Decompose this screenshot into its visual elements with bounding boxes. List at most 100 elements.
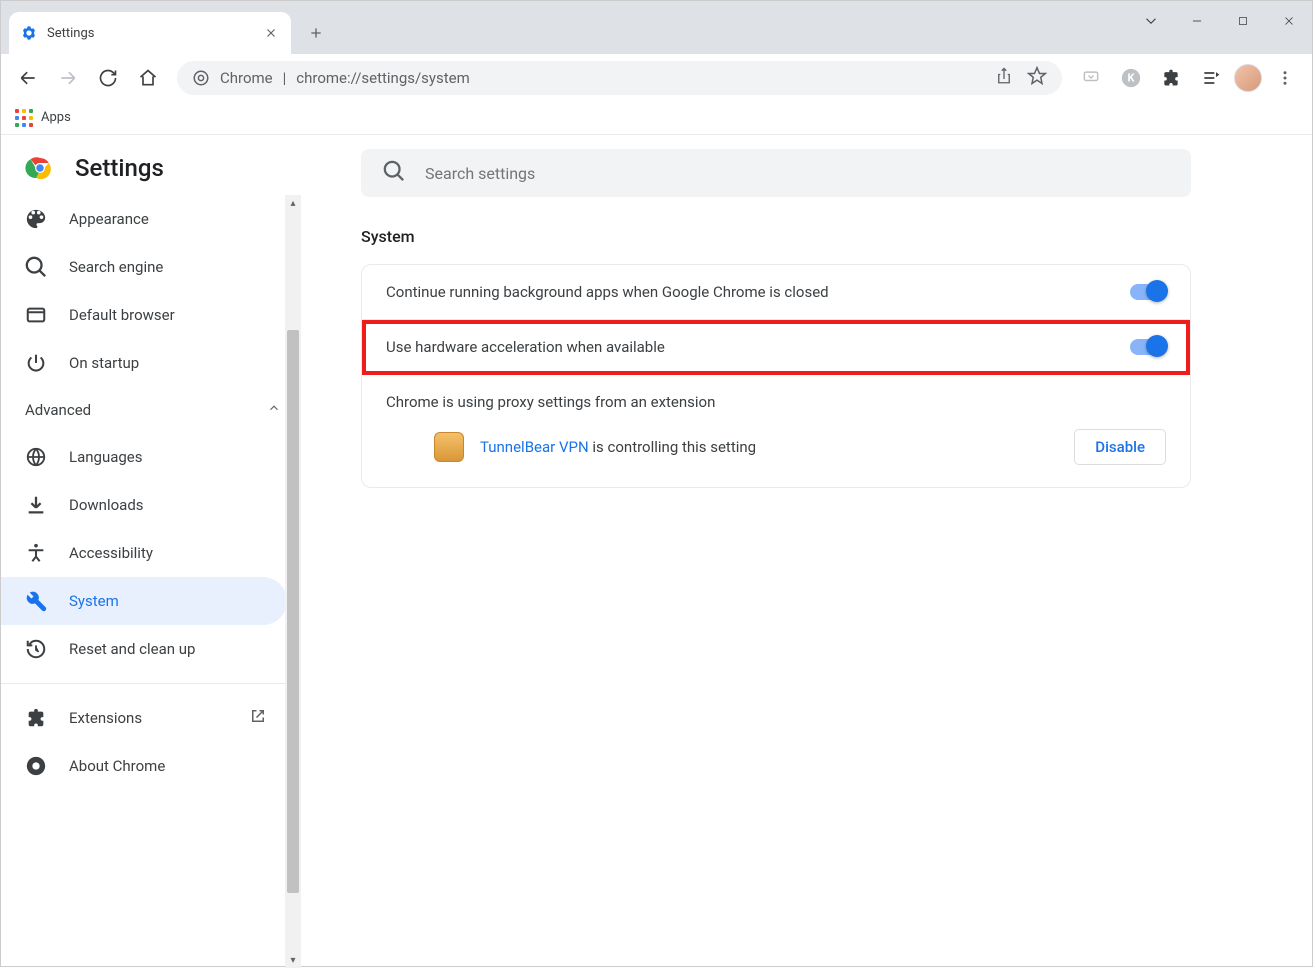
extensions-icon [25, 707, 47, 729]
toggle-hardware-acceleration[interactable] [1130, 339, 1166, 355]
chevron-down-icon[interactable] [1128, 5, 1174, 37]
page-title: Settings [75, 154, 164, 182]
apps-icon[interactable] [15, 109, 33, 127]
omnibox-label: Chrome [220, 69, 273, 87]
close-icon[interactable] [263, 25, 279, 41]
nav-on-startup[interactable]: On startup [1, 339, 287, 387]
extension-k-icon[interactable]: K [1114, 61, 1148, 95]
accessibility-icon [25, 542, 47, 564]
profile-avatar[interactable] [1234, 64, 1262, 92]
extension-name: TunnelBear VPN [480, 438, 589, 456]
row-label: Continue running background apps when Go… [386, 283, 829, 301]
new-tab-button[interactable] [301, 18, 331, 48]
chevron-up-icon [267, 401, 281, 419]
settings-search[interactable] [361, 149, 1191, 197]
nav-label: Reset and clean up [69, 640, 195, 658]
sidebar-scrollbar[interactable]: ▴ ▾ [285, 195, 301, 968]
search-icon [383, 160, 405, 186]
row-proxy-extension: Chrome is using proxy settings from an e… [362, 375, 1190, 487]
star-icon[interactable] [1027, 66, 1047, 90]
nav-reset[interactable]: Reset and clean up [1, 625, 287, 673]
settings-sidebar: Settings Appearance Search engine Defaul… [1, 135, 301, 968]
external-link-icon [249, 707, 267, 729]
sidebar-nav: Appearance Search engine Default browser… [1, 195, 301, 968]
tunnelbear-icon [434, 432, 464, 462]
disable-button[interactable]: Disable [1074, 429, 1166, 465]
window-controls [1128, 1, 1312, 54]
reload-button[interactable] [91, 61, 125, 95]
nav-divider [1, 683, 301, 684]
download-icon [25, 494, 47, 516]
tab-title: Settings [47, 26, 263, 41]
row-label: Use hardware acceleration when available [386, 338, 665, 356]
chrome-small-icon [25, 755, 47, 777]
bookmarks-bar: Apps [1, 101, 1312, 135]
minimize-button[interactable] [1174, 5, 1220, 37]
nav-languages[interactable]: Languages [1, 433, 287, 481]
omnibox-separator: | [283, 69, 287, 87]
pocket-icon[interactable] [1074, 61, 1108, 95]
nav-system[interactable]: System [1, 577, 287, 625]
svg-text:K: K [1128, 71, 1136, 84]
row-background-apps: Continue running background apps when Go… [362, 265, 1190, 320]
search-icon [25, 256, 47, 278]
window-titlebar: Settings [1, 1, 1312, 54]
maximize-button[interactable] [1220, 5, 1266, 37]
forward-button[interactable] [51, 61, 85, 95]
browser-icon [25, 304, 47, 326]
proxy-extension-text: TunnelBear VPN is controlling this setti… [480, 438, 756, 456]
restore-icon [25, 638, 47, 660]
globe-icon [25, 446, 47, 468]
scroll-down-icon[interactable]: ▾ [285, 952, 301, 968]
reading-list-icon[interactable] [1194, 61, 1228, 95]
nav-label: Accessibility [69, 544, 153, 562]
nav-advanced-label: Advanced [25, 401, 91, 419]
nav-label: About Chrome [69, 757, 165, 775]
proxy-title: Chrome is using proxy settings from an e… [386, 393, 1166, 411]
sidebar-header: Settings [1, 135, 301, 195]
nav-label: Search engine [69, 258, 163, 276]
nav-about[interactable]: About Chrome [1, 742, 287, 790]
nav-label: Extensions [69, 709, 142, 727]
tab-strip: Settings [1, 1, 1128, 54]
section-title: System [361, 227, 1252, 246]
nav-extensions[interactable]: Extensions [1, 694, 287, 742]
omnibox-url: chrome://settings/system [296, 69, 469, 87]
toggle-background-apps[interactable] [1130, 284, 1166, 300]
nav-label: Downloads [69, 496, 144, 514]
extension-suffix: is controlling this setting [589, 438, 756, 456]
nav-appearance[interactable]: Appearance [1, 195, 287, 243]
nav-label: On startup [69, 354, 139, 372]
nav-advanced-toggle[interactable]: Advanced [1, 387, 301, 433]
scrollbar-thumb[interactable] [287, 330, 299, 893]
nav-default-browser[interactable]: Default browser [1, 291, 287, 339]
nav-accessibility[interactable]: Accessibility [1, 529, 287, 577]
share-icon[interactable] [995, 67, 1013, 89]
apps-label[interactable]: Apps [41, 110, 71, 125]
scrollbar-track[interactable] [285, 211, 301, 952]
chrome-icon [192, 69, 210, 87]
address-bar[interactable]: Chrome | chrome://settings/system [177, 61, 1062, 95]
nav-search-engine[interactable]: Search engine [1, 243, 287, 291]
nav-downloads[interactable]: Downloads [1, 481, 287, 529]
wrench-icon [25, 590, 47, 612]
close-button[interactable] [1266, 5, 1312, 37]
gear-icon [21, 25, 37, 41]
content-area: Settings Appearance Search engine Defaul… [1, 135, 1312, 968]
palette-icon [25, 208, 47, 230]
menu-icon[interactable] [1268, 61, 1302, 95]
browser-toolbar: Chrome | chrome://settings/system K [1, 54, 1312, 101]
browser-tab[interactable]: Settings [9, 12, 291, 54]
search-input[interactable] [425, 164, 1169, 183]
power-icon [25, 352, 47, 374]
scroll-up-icon[interactable]: ▴ [285, 195, 301, 211]
settings-main: System Continue running background apps … [301, 135, 1312, 968]
home-button[interactable] [131, 61, 165, 95]
chrome-logo-icon [25, 153, 55, 183]
extensions-icon[interactable] [1154, 61, 1188, 95]
system-card: Continue running background apps when Go… [361, 264, 1191, 488]
nav-label: System [69, 592, 119, 610]
nav-label: Default browser [69, 306, 175, 324]
row-hardware-acceleration: Use hardware acceleration when available [362, 320, 1190, 375]
back-button[interactable] [11, 61, 45, 95]
